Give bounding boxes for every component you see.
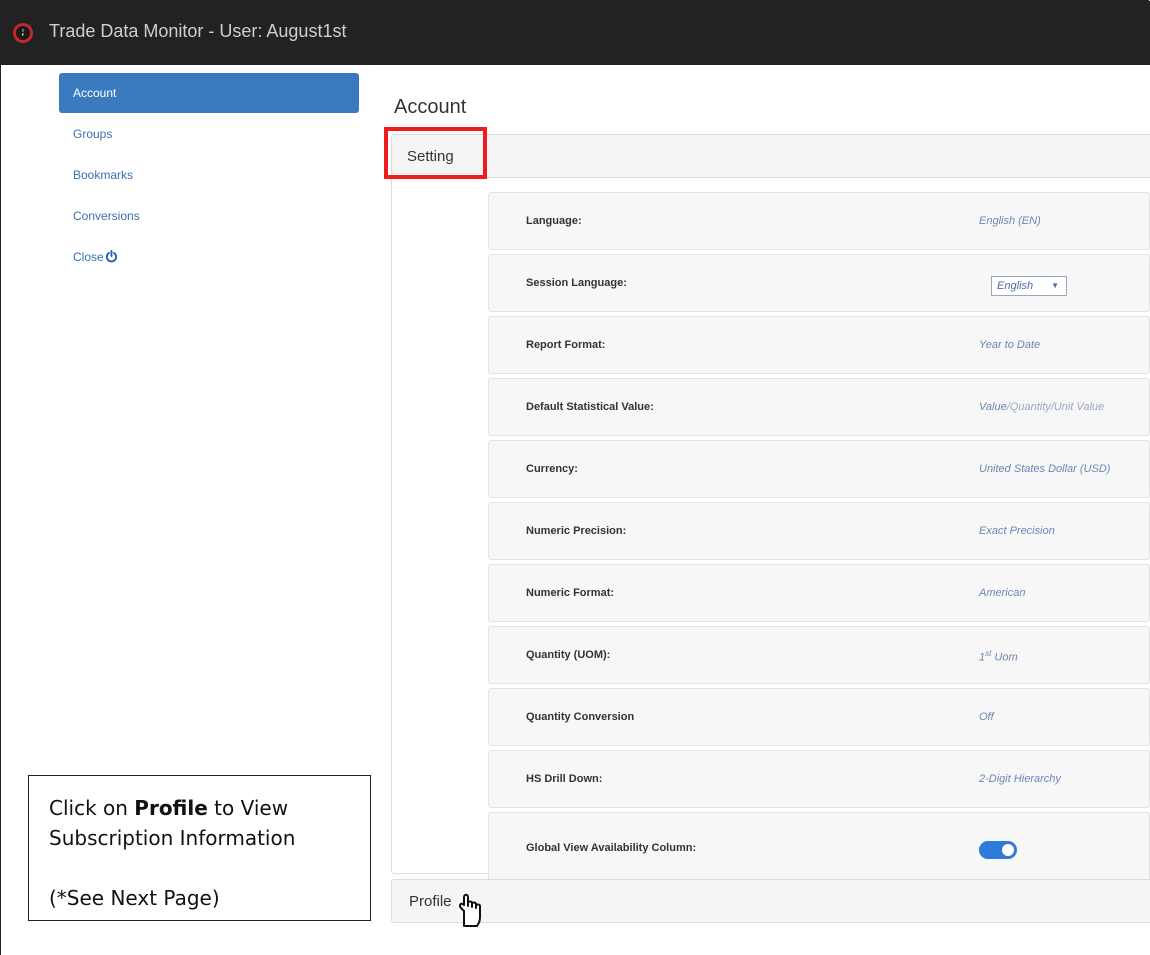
page-title: Account xyxy=(394,96,467,118)
currency-value[interactable]: United States Dollar (USD) xyxy=(979,463,1110,475)
setting-row-numeric-format: Numeric Format: American xyxy=(488,564,1150,622)
hand-pointer-icon xyxy=(457,893,485,932)
title-bar: TF Trade Data Monitor - User: August1st xyxy=(1,1,1150,65)
callout-line-1: Click on Profile to View xyxy=(49,796,289,820)
dropdown-arrow-icon: ▼ xyxy=(1051,281,1059,290)
setting-label: Report Format: xyxy=(526,339,606,351)
sidebar-item-label: Bookmarks xyxy=(73,168,134,182)
sidebar: Account Groups Bookmarks Conversions Clo… xyxy=(59,73,359,278)
app-title: Trade Data Monitor - User: August1st xyxy=(49,21,347,41)
callout-bold-profile: Profile xyxy=(134,796,208,820)
numeric-format-value[interactable]: American xyxy=(979,587,1025,599)
language-value[interactable]: English (EN) xyxy=(979,215,1041,227)
sidebar-item-label: Close xyxy=(73,250,104,264)
setting-row-default-statistical-value: Default Statistical Value: Value/Quantit… xyxy=(488,378,1150,436)
power-icon xyxy=(105,237,118,277)
setting-row-quantity-uom: Quantity (UOM): 1st Uom xyxy=(488,626,1150,684)
setting-row-language: Language: English (EN) xyxy=(488,192,1150,250)
setting-label: Currency: xyxy=(526,463,578,475)
sidebar-item-label: Account xyxy=(73,86,117,100)
callout-line-2: Subscription Information xyxy=(49,826,296,850)
setting-row-global-view-availability: Global View Availability Column: xyxy=(488,812,1150,886)
instruction-callout: Click on Profile to View Subscription In… xyxy=(28,775,371,921)
setting-row-numeric-precision: Numeric Precision: Exact Precision xyxy=(488,502,1150,560)
setting-label: Language: xyxy=(526,215,582,227)
profile-panel-title: Profile xyxy=(409,893,452,910)
setting-panel-header[interactable]: Setting xyxy=(392,135,1150,178)
toggle-knob xyxy=(1002,844,1014,856)
setting-row-currency: Currency: United States Dollar (USD) xyxy=(488,440,1150,498)
setting-row-report-format: Report Format: Year to Date xyxy=(488,316,1150,374)
sidebar-item-account[interactable]: Account xyxy=(59,73,359,113)
sidebar-item-label: Groups xyxy=(73,127,113,141)
quantity-uom-value[interactable]: 1st Uom xyxy=(979,649,1018,664)
sidebar-item-close[interactable]: Close xyxy=(59,237,359,277)
callout-line-3: (*See Next Page) xyxy=(49,886,220,910)
sidebar-item-label: Conversions xyxy=(73,209,140,223)
highlight-annotation xyxy=(384,127,487,179)
sidebar-item-conversions[interactable]: Conversions xyxy=(59,196,359,236)
setting-label: Numeric Format: xyxy=(526,587,615,599)
default-statistical-value[interactable]: Value/Quantity/Unit Value xyxy=(979,401,1104,413)
setting-label: Session Language: xyxy=(526,277,627,289)
setting-row-quantity-conversion: Quantity Conversion Off xyxy=(488,688,1150,746)
settings-list: Language: English (EN) Session Language:… xyxy=(488,192,1150,890)
setting-label: Quantity (UOM): xyxy=(526,649,611,661)
uom-suffix: Uom xyxy=(991,651,1018,664)
hs-drill-down-value[interactable]: 2-Digit Hierarchy xyxy=(979,773,1061,785)
setting-label: Numeric Precision: xyxy=(526,525,627,537)
report-format-value[interactable]: Year to Date xyxy=(979,339,1040,351)
session-language-select[interactable]: English ▼ xyxy=(991,276,1067,296)
global-view-toggle[interactable] xyxy=(979,841,1017,859)
sidebar-item-bookmarks[interactable]: Bookmarks xyxy=(59,155,359,195)
session-language-selected: English xyxy=(997,280,1034,292)
sidebar-item-groups[interactable]: Groups xyxy=(59,114,359,154)
profile-panel[interactable]: Profile xyxy=(391,879,1150,923)
setting-label: Quantity Conversion xyxy=(526,711,635,723)
statistical-value-selected: Value xyxy=(979,401,1007,413)
setting-row-session-language: Session Language: English ▼ xyxy=(488,254,1150,312)
setting-label: Default Statistical Value: xyxy=(526,401,654,413)
setting-label: HS Drill Down: xyxy=(526,773,603,785)
setting-label: Global View Availability Column: xyxy=(526,842,697,854)
quantity-conversion-value[interactable]: Off xyxy=(979,711,994,723)
setting-row-hs-drill-down: HS Drill Down: 2-Digit Hierarchy xyxy=(488,750,1150,808)
numeric-precision-value[interactable]: Exact Precision xyxy=(979,525,1055,537)
statistical-value-options: /Quantity/Unit Value xyxy=(1006,401,1105,413)
app-logo: TF xyxy=(13,23,33,43)
